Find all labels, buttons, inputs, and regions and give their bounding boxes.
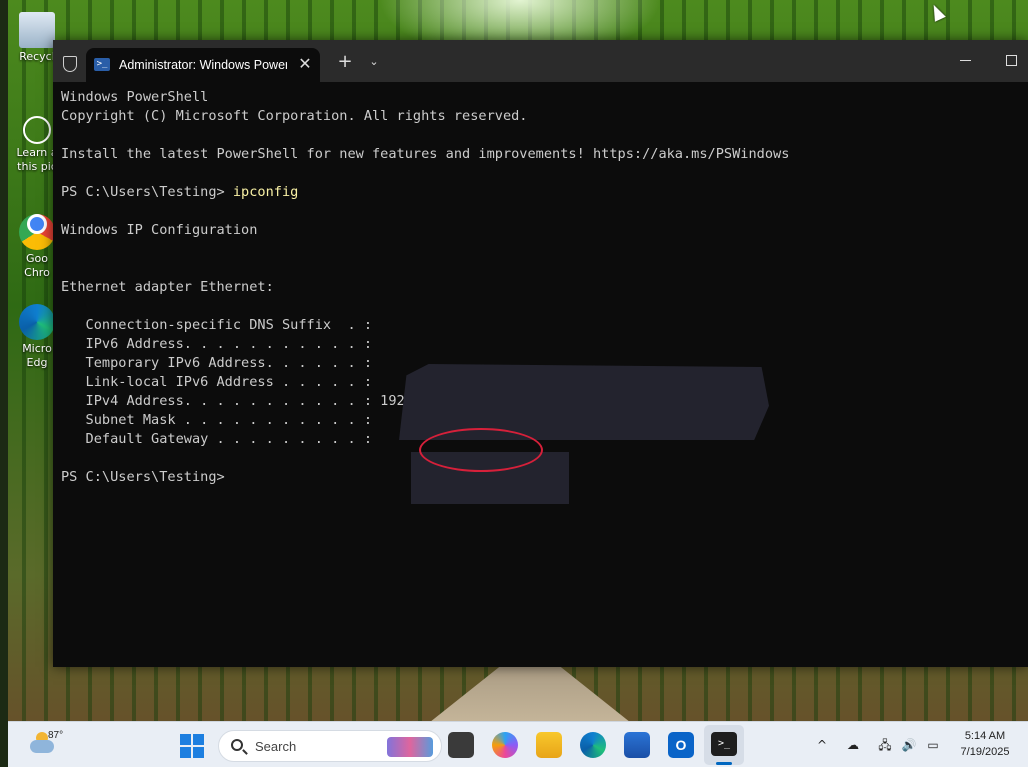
active-app-indicator xyxy=(716,762,732,765)
copilot-icon[interactable] xyxy=(492,732,518,758)
taskbar: 87° Search O >_ ^ ☁ 🖧 🔊 ▭ 5:14 AM 7/19/2… xyxy=(8,721,1028,767)
prompt: PS C:\Users\Testing> xyxy=(61,184,233,200)
clock[interactable]: 5:14 AM 7/19/2025 xyxy=(950,728,1020,760)
search-placeholder: Search xyxy=(255,739,297,754)
task-view-icon[interactable] xyxy=(448,732,474,758)
start-icon[interactable] xyxy=(180,734,204,758)
console-output[interactable]: Windows PowerShell Copyright (C) Microso… xyxy=(61,88,1021,658)
file-explorer-icon[interactable] xyxy=(536,732,562,758)
console-line: Install the latest PowerShell for new fe… xyxy=(61,146,790,162)
title-bar[interactable]: >_ Administrator: Windows PowerShell ✕ +… xyxy=(53,40,1028,82)
maximize-button[interactable] xyxy=(999,50,1023,70)
network-icon[interactable]: 🖧 xyxy=(876,737,894,753)
console-line: Ethernet adapter Ethernet: xyxy=(61,279,274,295)
tab-dropdown-button[interactable]: ⌄ xyxy=(366,52,382,72)
edge-icon xyxy=(19,304,55,340)
volume-icon[interactable]: 🔊 xyxy=(900,737,918,753)
console-line: Windows PowerShell xyxy=(61,89,209,105)
new-tab-button[interactable]: + xyxy=(335,52,355,72)
taskbar-terminal-button[interactable]: >_ xyxy=(704,725,744,765)
redaction-block xyxy=(399,364,769,440)
tab-title: Administrator: Windows PowerShell xyxy=(119,58,287,72)
outlook-icon[interactable]: O xyxy=(668,732,694,758)
minimize-button[interactable] xyxy=(953,50,977,70)
prompt-line: PS C:\Users\Testing> ipconfig xyxy=(61,183,1021,202)
admin-shield-icon xyxy=(63,56,77,72)
powershell-icon: >_ xyxy=(94,58,110,71)
terminal-window[interactable]: >_ Administrator: Windows PowerShell ✕ +… xyxy=(53,40,1028,667)
edge-icon[interactable] xyxy=(580,732,606,758)
clock-date: 7/19/2025 xyxy=(960,746,1010,758)
console-line: Copyright (C) Microsoft Corporation. All… xyxy=(61,108,528,124)
wallpaper-path xyxy=(420,660,640,730)
highlight-circle xyxy=(419,428,543,472)
camera-icon xyxy=(23,116,51,144)
close-tab-button[interactable]: ✕ xyxy=(295,54,315,74)
show-hidden-icons-chevron-icon[interactable]: ^ xyxy=(813,737,831,753)
console-line: IPv6 Address. . . . . . . . . . . : xyxy=(61,336,372,352)
console-line: Windows IP Configuration xyxy=(61,222,258,238)
chrome-icon xyxy=(19,214,55,250)
recycle-bin-icon xyxy=(19,12,55,48)
battery-icon[interactable]: ▭ xyxy=(924,737,942,753)
search-icon xyxy=(231,739,243,751)
mouse-cursor-icon xyxy=(928,2,946,22)
clock-time: 5:14 AM xyxy=(964,730,1006,742)
desktop-edge xyxy=(0,0,8,767)
weather-temperature: 87° xyxy=(48,730,64,741)
onedrive-offline-icon[interactable]: ☁ xyxy=(844,737,862,753)
tab-powershell[interactable]: >_ Administrator: Windows PowerShell ✕ xyxy=(86,48,320,82)
command-text: ipconfig xyxy=(232,184,299,200)
console-line: Connection-specific DNS Suffix . : xyxy=(61,317,372,333)
terminal-icon: >_ xyxy=(711,732,737,756)
search-highlight-art xyxy=(387,737,433,757)
store-icon[interactable] xyxy=(624,732,650,758)
search-box[interactable]: Search xyxy=(218,730,442,762)
